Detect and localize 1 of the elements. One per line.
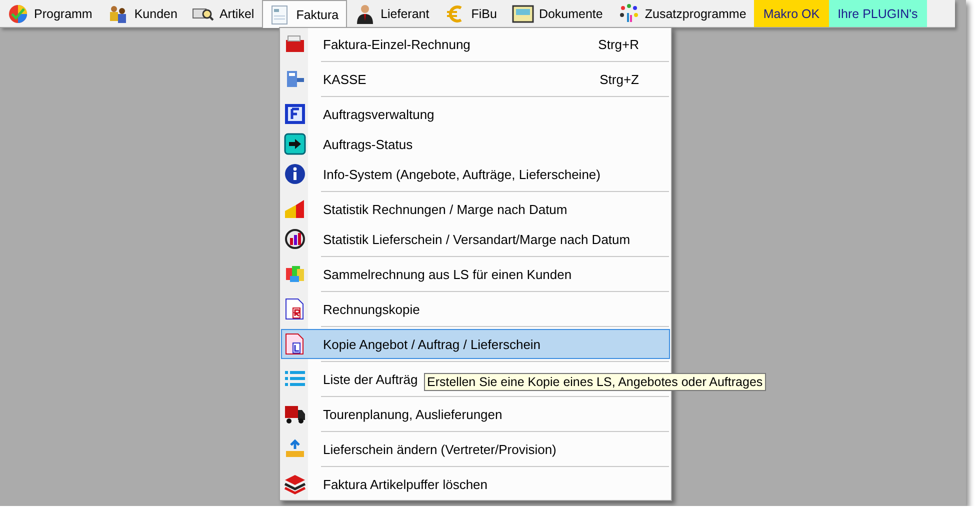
tooltip: Erstellen Sie eine Kopie eines LS, Angebotes oder Auftrages [424,373,766,391]
